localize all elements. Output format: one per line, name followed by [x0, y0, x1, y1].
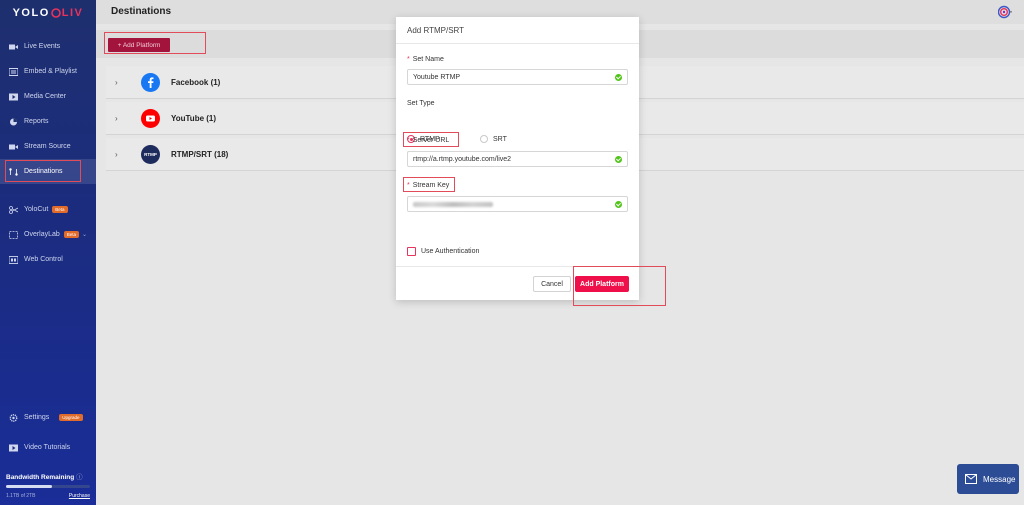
highlight-box [403, 132, 459, 147]
set-type-label: Set Type [407, 100, 435, 107]
highlight-box [104, 32, 206, 54]
checkbox-label: Use Authentication [421, 248, 480, 255]
modal-overlay: Add RTMP/SRT * Set Name Youtube RTMP Set … [0, 0, 1024, 505]
valid-check-icon [615, 201, 622, 208]
envelope-icon [965, 474, 977, 484]
add-rtmp-modal: Add RTMP/SRT * Set Name Youtube RTMP Set … [396, 17, 639, 300]
valid-check-icon [615, 156, 622, 163]
modal-divider [396, 43, 639, 44]
checkbox-box[interactable] [407, 247, 416, 256]
radio-label: SRT [493, 135, 507, 143]
highlight-box [573, 266, 666, 306]
use-authentication-checkbox[interactable]: Use Authentication [407, 247, 479, 256]
redacted-stream-key [413, 201, 493, 207]
highlight-box [403, 177, 455, 192]
radio-dot[interactable] [480, 135, 488, 143]
set-name-value: Youtube RTMP [413, 73, 461, 81]
set-name-input[interactable]: Youtube RTMP [407, 69, 628, 85]
message-label: Message [983, 474, 1016, 484]
server-url-input[interactable]: rtmp://a.rtmp.youtube.com/live2 [407, 151, 628, 167]
radio-srt[interactable]: SRT [480, 135, 507, 143]
valid-check-icon [615, 74, 622, 81]
modal-title: Add RTMP/SRT [407, 26, 465, 35]
cancel-button[interactable]: Cancel [533, 276, 571, 292]
message-widget-button[interactable]: Message [957, 464, 1019, 494]
stream-key-input[interactable] [407, 196, 628, 212]
set-name-label: * Set Name [407, 56, 444, 63]
server-url-value: rtmp://a.rtmp.youtube.com/live2 [413, 155, 512, 163]
highlight-box [5, 160, 81, 182]
